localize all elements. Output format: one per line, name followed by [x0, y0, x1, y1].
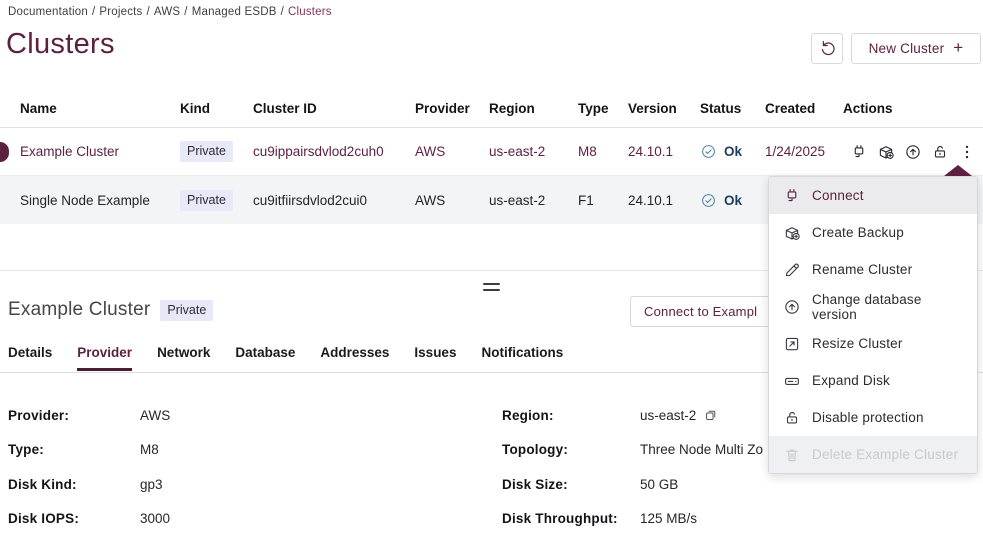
- disk-icon: [783, 372, 801, 390]
- table-header-row: Name Kind Cluster ID Provider Region Typ…: [0, 90, 983, 128]
- connect-to-cluster-label: Connect to Exampl: [644, 304, 757, 319]
- status-ok-icon: [700, 143, 717, 160]
- tab-addresses[interactable]: Addresses: [320, 345, 389, 370]
- cell-cluster-id: cu9ippairsdvlod2cuh0: [253, 144, 415, 159]
- menu-item-disable-protection[interactable]: Disable protection: [769, 399, 977, 436]
- field-disk-kind: Disk Kind: gp3: [8, 467, 478, 502]
- resize-icon: [783, 335, 801, 353]
- detail-tabs: Details Provider Network Database Addres…: [8, 345, 563, 370]
- tab-issues[interactable]: Issues: [414, 345, 456, 370]
- tab-details[interactable]: Details: [8, 345, 52, 370]
- col-header-provider: Provider: [415, 101, 489, 116]
- col-header-kind: Kind: [180, 101, 253, 116]
- copy-icon[interactable]: [704, 408, 718, 422]
- page-title: Clusters: [6, 28, 115, 61]
- table-row-example-cluster[interactable]: Example Cluster Private cu9ippairsdvlod2…: [0, 128, 983, 176]
- refresh-icon: [818, 38, 837, 60]
- new-cluster-label: New Cluster: [869, 41, 945, 56]
- cell-region: us-east-2: [489, 193, 578, 208]
- cell-region: us-east-2: [489, 144, 578, 159]
- clusters-page: Documentation / Projects / AWS / Managed ESDB /…: [0, 0, 983, 543]
- field-type: Type: M8: [8, 433, 478, 468]
- kebab-menu-icon[interactable]: [958, 143, 976, 161]
- cell-name: Single Node Example: [20, 193, 180, 208]
- plug-icon: [783, 187, 801, 205]
- col-header-status: Status: [700, 101, 765, 116]
- tab-provider[interactable]: Provider: [77, 345, 132, 370]
- cell-created: 1/24/2025: [765, 144, 843, 159]
- detail-title: Example Cluster: [8, 299, 150, 321]
- arrow-up-circle-icon: [783, 298, 801, 316]
- breadcrumb-separator: /: [92, 6, 95, 18]
- breadcrumb-separator: /: [184, 6, 187, 18]
- menu-caret: [944, 165, 972, 176]
- cell-version: 24.10.1: [628, 193, 700, 208]
- menu-item-connect[interactable]: Connect: [769, 177, 977, 214]
- pencil-icon: [783, 261, 801, 279]
- breadcrumb-separator: /: [147, 6, 150, 18]
- status-text: Ok: [724, 193, 742, 208]
- col-header-cluster-id: Cluster ID: [253, 101, 415, 116]
- cell-type: F1: [578, 193, 628, 208]
- menu-item-change-database-version[interactable]: Change database version: [769, 288, 977, 325]
- col-header-created: Created: [765, 101, 843, 116]
- status-text: Ok: [724, 144, 742, 159]
- field-disk-throughput: Disk Throughput: 125 MB/s: [502, 502, 972, 537]
- protection-lock-icon[interactable]: [931, 143, 949, 161]
- unlock-icon: [783, 409, 801, 427]
- create-backup-icon[interactable]: [877, 143, 895, 161]
- menu-item-delete-cluster: Delete Example Cluster: [769, 436, 977, 473]
- backup-box-icon: [783, 224, 801, 242]
- menu-item-resize-cluster[interactable]: Resize Cluster: [769, 325, 977, 362]
- col-header-version: Version: [628, 101, 700, 116]
- tab-database[interactable]: Database: [235, 345, 295, 370]
- provider-fields-left: Provider: AWS Type: M8 Disk Kind: gp3 Di…: [8, 398, 478, 536]
- field-provider: Provider: AWS: [8, 398, 478, 433]
- breadcrumb-item-projects[interactable]: Projects: [99, 6, 142, 18]
- cell-name: Example Cluster: [20, 144, 180, 159]
- cell-provider: AWS: [415, 144, 489, 159]
- detail-header: Example Cluster Private: [8, 299, 213, 321]
- upgrade-version-icon[interactable]: [904, 143, 922, 161]
- cell-cluster-id: cu9itfiirsdvlod2cui0: [253, 193, 415, 208]
- row-actions-menu: Connect Create Backup Rename Cluster Cha…: [768, 176, 978, 474]
- col-header-region: Region: [489, 101, 578, 116]
- col-header-name: Name: [20, 101, 180, 116]
- field-disk-iops: Disk IOPS: 3000: [8, 502, 478, 537]
- status-ok-icon: [700, 192, 717, 209]
- detail-kind-badge: Private: [160, 300, 213, 321]
- tab-network[interactable]: Network: [157, 345, 210, 370]
- col-header-type: Type: [578, 101, 628, 116]
- menu-item-create-backup[interactable]: Create Backup: [769, 214, 977, 251]
- menu-item-expand-disk[interactable]: Expand Disk: [769, 362, 977, 399]
- plus-icon: +: [953, 38, 963, 58]
- splitter-drag-handle[interactable]: [483, 283, 500, 295]
- menu-item-rename-cluster[interactable]: Rename Cluster: [769, 251, 977, 288]
- refresh-button[interactable]: [811, 33, 843, 64]
- cell-provider: AWS: [415, 193, 489, 208]
- new-cluster-button[interactable]: New Cluster +: [851, 33, 981, 64]
- row-actions: [843, 143, 983, 161]
- breadcrumb: Documentation / Projects / AWS / Managed ESDB /…: [8, 6, 332, 18]
- selected-row-marker: [0, 142, 9, 162]
- cell-type: M8: [578, 144, 628, 159]
- breadcrumb-item-aws[interactable]: AWS: [154, 6, 180, 18]
- breadcrumb-item-documentation[interactable]: Documentation: [8, 6, 88, 18]
- trash-icon: [783, 446, 801, 464]
- cell-version: 24.10.1: [628, 144, 700, 159]
- breadcrumb-separator: /: [281, 6, 284, 18]
- connect-plug-icon[interactable]: [850, 143, 868, 161]
- tab-notifications[interactable]: Notifications: [481, 345, 563, 370]
- kind-badge: Private: [180, 190, 233, 211]
- breadcrumb-item-managed-esdb[interactable]: Managed ESDB: [192, 6, 277, 18]
- col-header-actions: Actions: [843, 101, 983, 116]
- breadcrumb-item-clusters[interactable]: Clusters: [288, 6, 332, 18]
- kind-badge: Private: [180, 141, 233, 162]
